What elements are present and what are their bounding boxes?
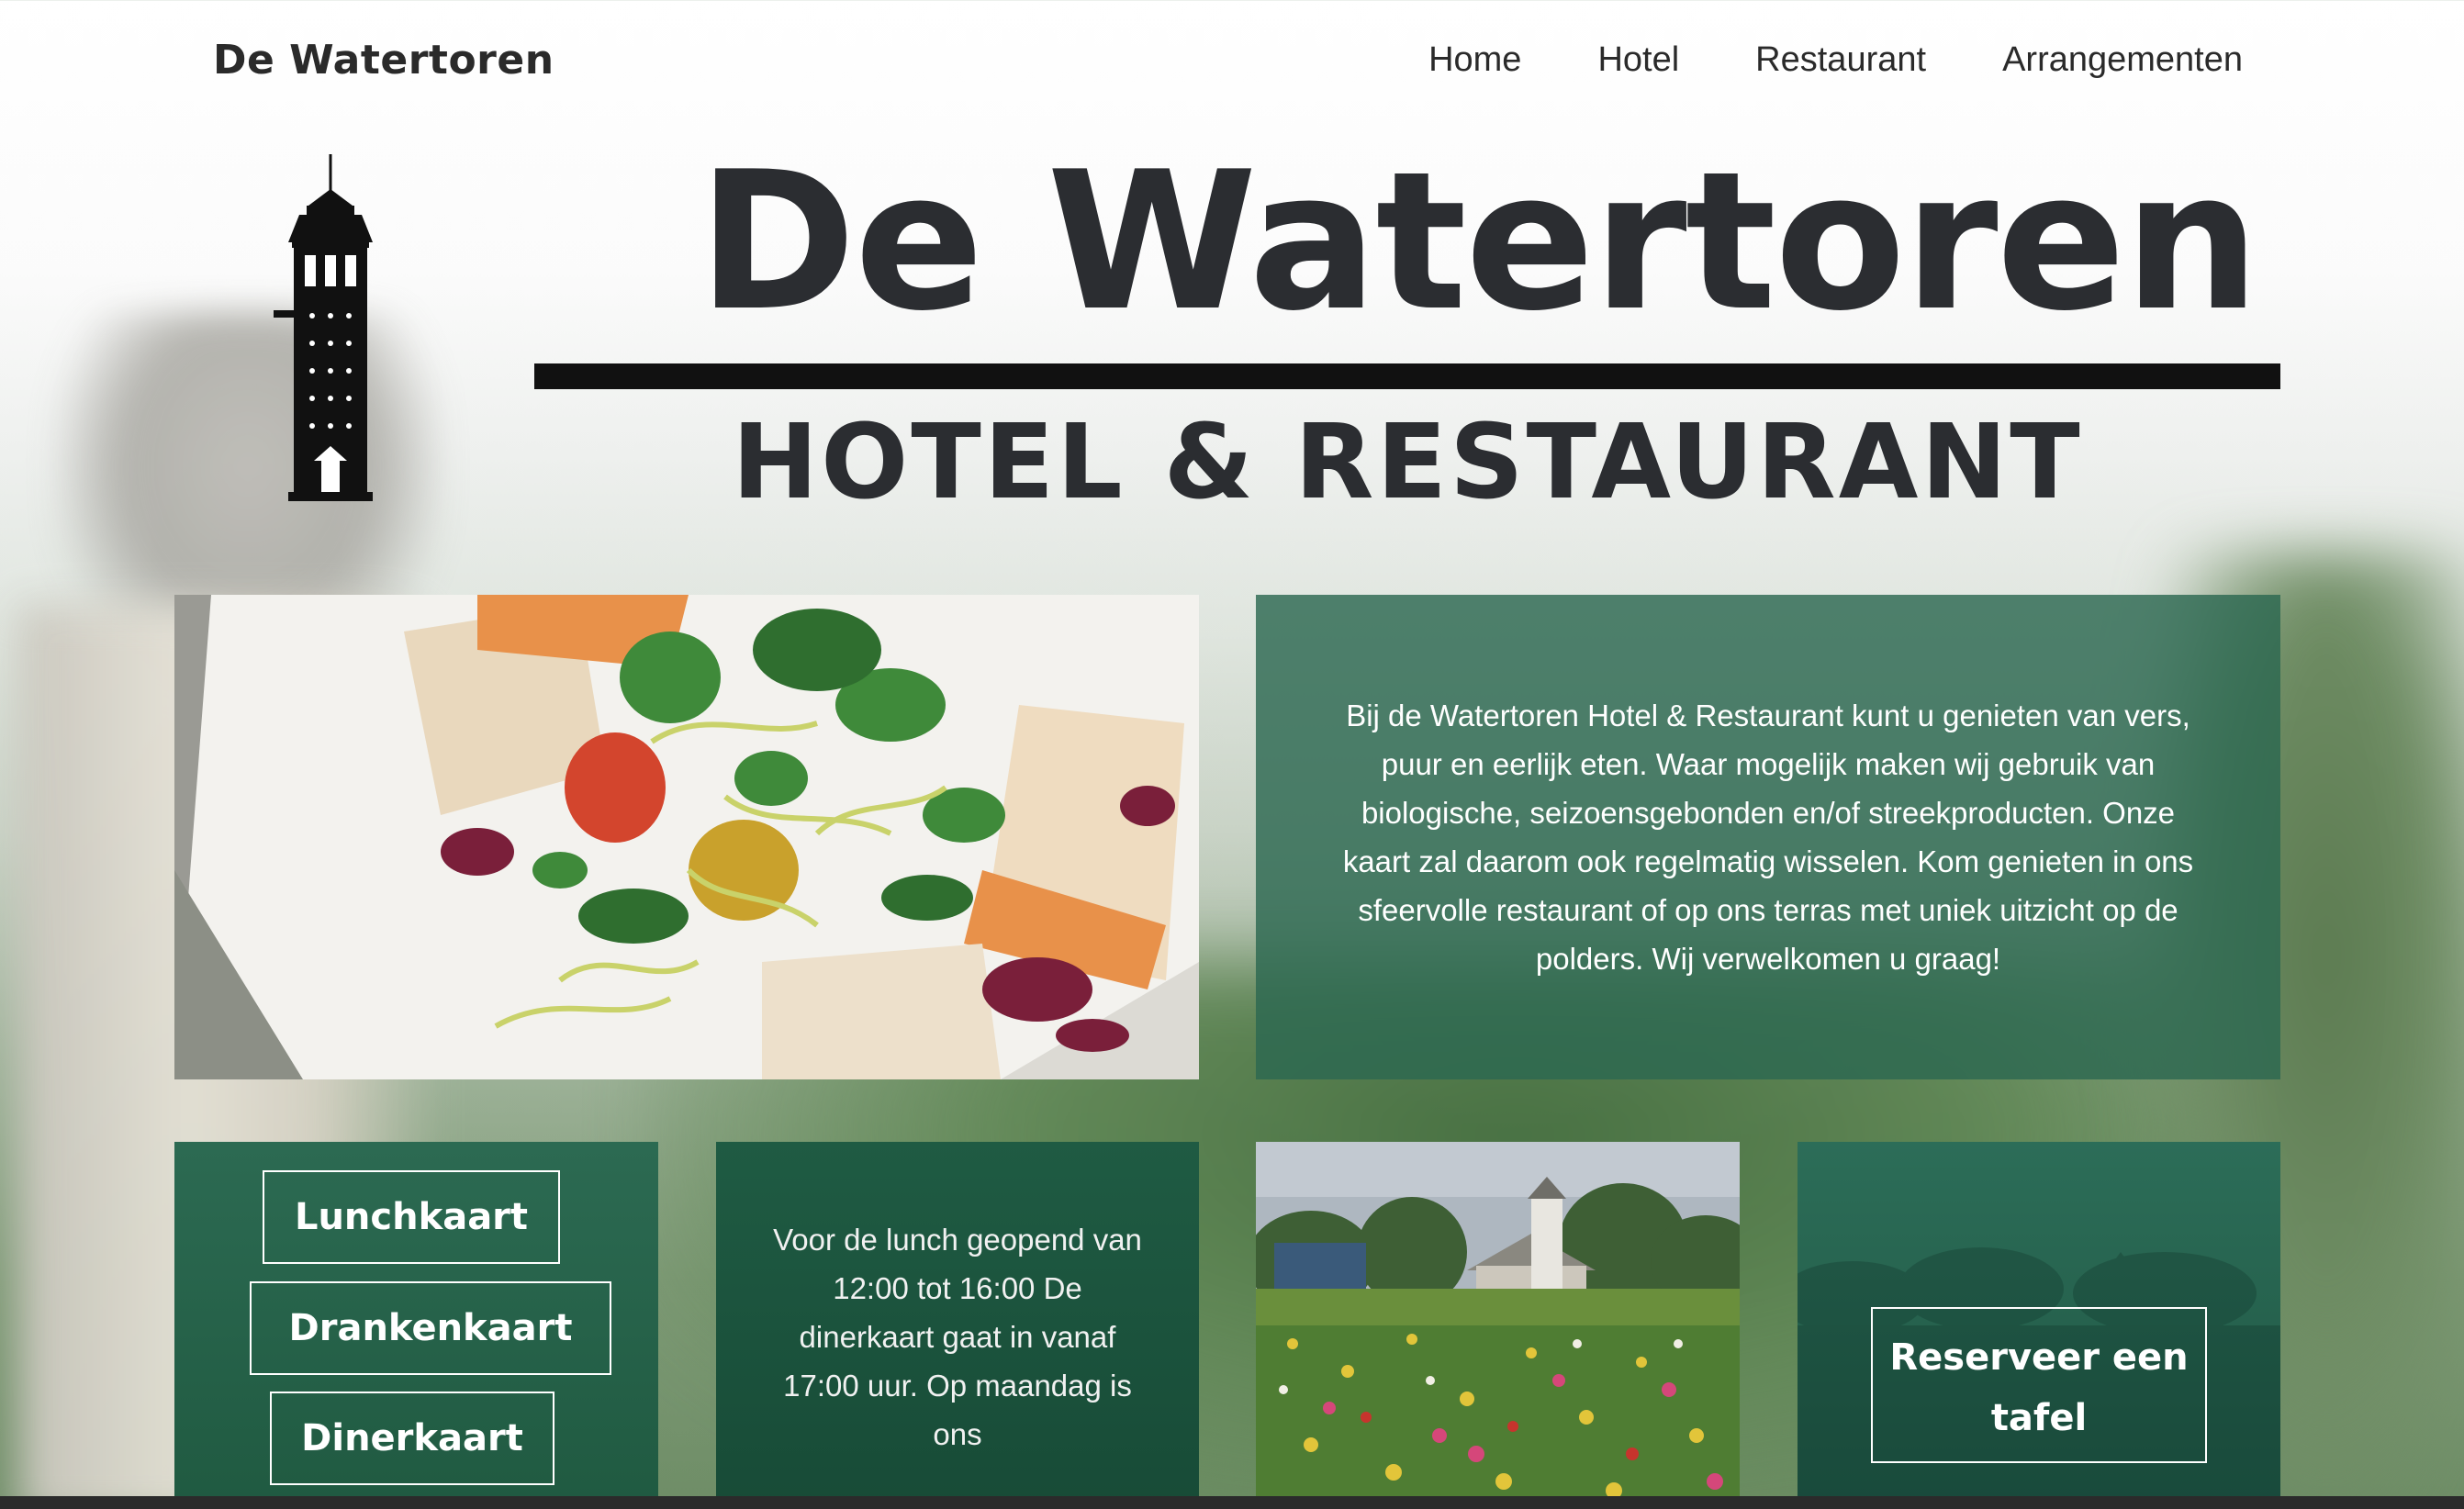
nav-brand[interactable]: De Watertoren bbox=[213, 37, 554, 84]
food-photo bbox=[174, 595, 1199, 1079]
tower-field-photo bbox=[1256, 1142, 1740, 1509]
menu-panel: Lunchkaart Drankenkaart Dinerkaart bbox=[174, 1142, 658, 1509]
top-nav: De Watertoren Home Hotel Restaurant Arra… bbox=[0, 0, 2464, 129]
reserve-panel: Reserveer een tafel bbox=[1798, 1142, 2280, 1509]
dinerkaart-button[interactable]: Dinerkaart bbox=[270, 1392, 554, 1485]
nav-links: Home Hotel Restaurant Arrangementen bbox=[1428, 40, 2243, 80]
hero-title: De Watertoren bbox=[698, 131, 2260, 353]
salad-illustration bbox=[174, 595, 1199, 1079]
nav-link-arrangementen[interactable]: Arrangementen bbox=[2002, 40, 2243, 80]
bottom-bar bbox=[0, 1496, 2464, 1509]
nav-link-hotel[interactable]: Hotel bbox=[1597, 40, 1679, 80]
hero-subtitle: HOTEL & RESTAURANT bbox=[732, 403, 2083, 522]
nav-link-restaurant[interactable]: Restaurant bbox=[1755, 40, 1926, 80]
nav-link-home[interactable]: Home bbox=[1428, 40, 1521, 80]
intro-text: Bij de Watertoren Hotel & Restaurant kun… bbox=[1342, 699, 2194, 976]
reserve-table-button[interactable]: Reserveer een tafel bbox=[1871, 1307, 2207, 1463]
intro-panel: Bij de Watertoren Hotel & Restaurant kun… bbox=[1256, 595, 2280, 1079]
tower-field-illustration bbox=[1256, 1142, 1740, 1509]
opening-hours-panel: Voor de lunch geopend van 12:00 tot 16:0… bbox=[716, 1142, 1199, 1509]
water-tower-icon bbox=[274, 154, 373, 501]
lunchkaart-button[interactable]: Lunchkaart bbox=[263, 1170, 560, 1264]
drankenkaart-button[interactable]: Drankenkaart bbox=[250, 1281, 611, 1375]
hero-divider bbox=[534, 363, 2280, 389]
opening-hours-text: Voor de lunch geopend van 12:00 tot 16:0… bbox=[773, 1223, 1142, 1451]
